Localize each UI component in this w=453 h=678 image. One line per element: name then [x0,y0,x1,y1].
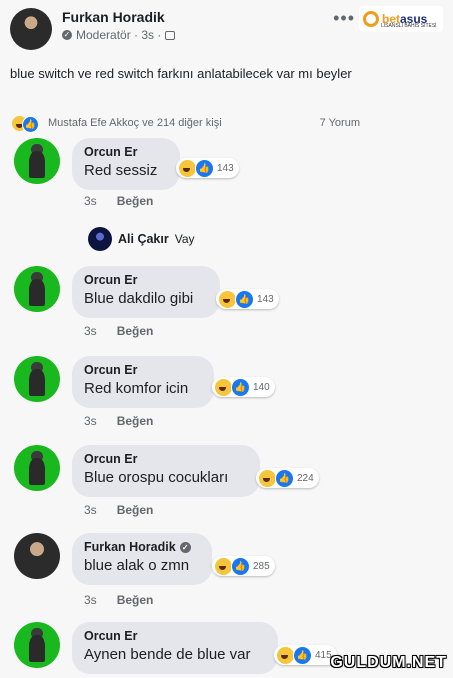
replier-avatar[interactable] [88,227,112,251]
comment-bubble: Orcun Er Blue dakdilo gibi [72,266,220,318]
like-button[interactable]: Beğen [117,593,154,607]
comment-bubble: Orcun Er Red sessiz [72,138,180,190]
like-button[interactable]: Beğen [117,503,154,517]
group-icon [165,30,176,40]
comment-text: Red sessiz [84,162,158,179]
reaction-count: 143 [257,293,274,305]
like-reaction-icon: 👍 [231,377,250,397]
like-reaction-icon: 👍 [195,158,214,178]
author-name[interactable]: Furkan Horadik [62,9,165,25]
reaction-summary[interactable]: 👍 Mustafa Efe Akkoç ve 214 diğer kişi 7 … [12,116,360,133]
haha-reaction-icon [215,378,232,396]
like-reaction-icon: 👍 [22,116,39,133]
comment-time: 3s [84,194,97,208]
shield-icon: ✓ [62,30,72,40]
post-meta-text: Moderatör · 3s · [76,28,162,42]
comment-reactions[interactable]: 👍 224 [256,468,319,488]
reply-row[interactable]: Ali Çakır Vay [88,226,195,252]
logo-ring-icon [363,11,379,27]
reply-text: Vay [174,232,195,246]
comment-actions: 3s Beğen [84,414,153,428]
comment-time: 3s [84,414,97,428]
comment-reactions[interactable]: 👍 143 [176,158,239,178]
comment-actions: 3s Beğen [84,503,153,517]
reaction-count: 140 [253,381,270,393]
haha-reaction-icon [259,469,276,487]
commenter-name[interactable]: Orcun Er [84,273,208,287]
comment-bubble: Orcun Er Blue orospu cocukları [72,445,260,497]
like-button[interactable]: Beğen [117,324,154,338]
moderator-badge-icon: ✓ [179,541,191,553]
comment-reactions[interactable]: 👍 140 [212,377,275,397]
reaction-count: 143 [217,162,234,174]
comment-time: 3s [84,324,97,338]
reaction-count: 285 [253,560,270,572]
like-reaction-icon: 👍 [235,289,254,309]
like-button[interactable]: Beğen [117,194,154,208]
facebook-post-screenshot: Furkan Horadik ✓ Moderatör · 3s · ••• be… [0,0,453,678]
comment-time: 3s [84,503,97,517]
comment-time: 3s [84,593,97,607]
haha-reaction-icon [219,290,236,308]
post-meta: ✓ Moderatör · 3s · [62,28,176,42]
more-options-button[interactable]: ••• [333,8,355,29]
commenter-avatar[interactable] [14,356,60,402]
commenter-avatar[interactable] [14,622,60,668]
comments-count[interactable]: 7 Yorum [320,117,360,129]
logo-subtitle: LİSANSLI BAHİS SİTESİ [381,23,437,29]
like-reaction-icon: 👍 [231,556,250,576]
like-button[interactable]: Beğen [117,414,154,428]
comment-bubble: Orcun Er Aynen bende de blue var [72,622,278,674]
comment-actions: 3s Beğen [84,194,153,208]
commenter-name[interactable]: Orcun Er [84,629,266,643]
comment-actions: 3s Beğen [84,593,153,607]
commenter-name[interactable]: Orcun Er [84,363,202,377]
commenter-avatar[interactable] [14,533,60,579]
replier-name[interactable]: Ali Çakır [118,232,169,246]
commenter-avatar[interactable] [14,445,60,491]
commenter-name-row: Furkan Horadik ✓ [84,540,200,554]
post-header: Furkan Horadik ✓ Moderatör · 3s · ••• be… [10,6,443,56]
comment-reactions[interactable]: 👍 143 [216,289,279,309]
comment-text: Red komfor icin [84,380,189,397]
comment-reactions[interactable]: 👍 285 [212,556,275,576]
commenter-avatar[interactable] [14,266,60,312]
comment-text: blue alak o zmn [84,557,190,574]
reactors-text[interactable]: Mustafa Efe Akkoç ve 214 diğer kişi [48,117,222,129]
comment-text: Aynen bende de blue var [84,646,251,663]
post-text: blue switch ve red switch farkını anlata… [10,66,352,81]
comment-text: Blue dakdilo gibi [84,290,194,307]
haha-reaction-icon [277,646,294,664]
commenter-avatar[interactable] [14,138,60,184]
reaction-count: 224 [297,472,314,484]
haha-reaction-icon [215,557,232,575]
comment-bubble: Orcun Er Red komfor icin [72,356,214,408]
commenter-name[interactable]: Orcun Er [84,145,168,159]
haha-reaction-icon [179,159,196,177]
author-avatar[interactable] [10,8,52,50]
like-reaction-icon: 👍 [275,468,294,488]
comment-reactions[interactable]: 👍 415 [274,645,337,665]
watermark: GULDUM.NET [330,654,447,671]
like-reaction-icon: 👍 [293,645,312,665]
commenter-name[interactable]: Orcun Er [84,452,248,466]
commenter-name[interactable]: Furkan Horadik [84,540,176,554]
comment-text: Blue orospu cocukları [84,469,229,486]
betasus-logo: bet asus LİSANSLI BAHİS SİTESİ [359,6,443,32]
comment-bubble: Furkan Horadik ✓ blue alak o zmn [72,533,212,585]
comment-actions: 3s Beğen [84,324,153,338]
